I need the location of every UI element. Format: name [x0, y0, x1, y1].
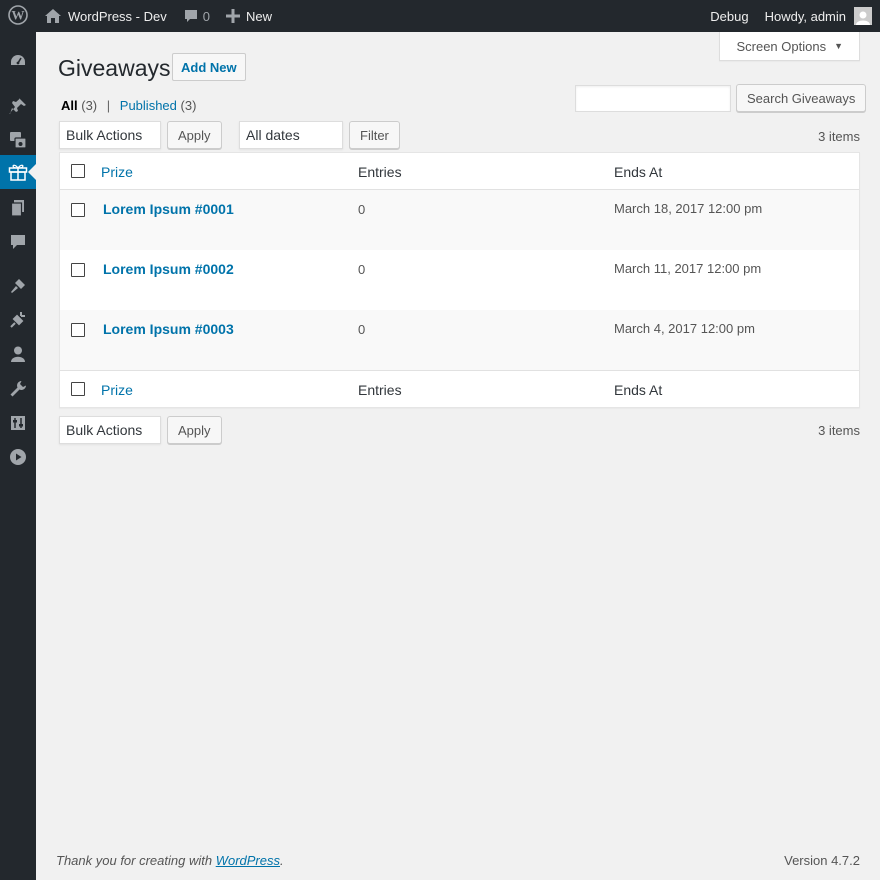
bulk-actions-select-top[interactable]: Bulk Actions	[59, 121, 161, 149]
footer-version: Version 4.7.2	[784, 853, 860, 868]
comments-icon	[11, 235, 25, 249]
main-content: Screen Options ▼ Giveaways Add New All (…	[36, 32, 880, 880]
avatar	[854, 7, 872, 25]
menu-item-tools[interactable]	[0, 372, 36, 406]
screen-options-label: Screen Options	[736, 38, 827, 54]
apply-button-bottom[interactable]: Apply	[167, 416, 222, 444]
comments-menu[interactable]: 0	[175, 0, 218, 32]
tools-icon	[10, 381, 26, 397]
menu-item-users[interactable]	[0, 337, 36, 371]
menu-item-dashboard[interactable]	[0, 44, 36, 78]
items-count-bottom: 3 items	[818, 423, 860, 438]
users-icon	[11, 346, 25, 362]
comment-bubble-icon	[183, 8, 199, 24]
debug-menu[interactable]: Debug	[702, 0, 756, 32]
account-menu[interactable]: Howdy, admin	[757, 0, 880, 32]
column-ends-at-header: Ends At	[614, 164, 663, 180]
wp-logo-menu[interactable]: W	[0, 0, 36, 32]
giveaways-table: Prize Entries Ends At Lorem Ipsum #0001 …	[59, 152, 860, 408]
prize-link[interactable]: Lorem Ipsum #0002	[103, 261, 234, 277]
ends-at-value: March 11, 2017 12:00 pm	[614, 261, 762, 276]
menu-item-plugins[interactable]	[0, 303, 36, 337]
pages-icon	[10, 200, 24, 217]
ends-at-value: March 4, 2017 12:00 pm	[614, 321, 755, 336]
view-all-count: (3)	[81, 98, 98, 113]
row-checkbox[interactable]	[71, 263, 85, 277]
debug-label: Debug	[710, 8, 749, 24]
prize-link[interactable]: Lorem Ipsum #0003	[103, 321, 234, 337]
column-prize-header[interactable]: Prize	[101, 164, 133, 180]
menu-item-giveaways[interactable]	[0, 155, 36, 189]
entries-value: 0	[358, 262, 366, 277]
search-input[interactable]	[575, 85, 731, 112]
table-header: Prize Entries Ends At	[60, 153, 859, 190]
wordpress-logo-icon: W	[8, 4, 28, 28]
footer-thanks: Thank you for creating with WordPress.	[56, 853, 284, 868]
entries-value: 0	[358, 202, 366, 217]
gift-icon	[8, 164, 28, 181]
ends-at-value: March 18, 2017 12:00 pm	[614, 201, 763, 216]
column-ends-at-footer: Ends At	[614, 382, 663, 398]
dashboard-icon	[11, 55, 25, 65]
svg-text:W: W	[12, 7, 25, 22]
media-icon	[10, 132, 27, 149]
dates-filter-select[interactable]: All dates	[239, 121, 343, 149]
view-published-count: (3)	[180, 98, 197, 113]
home-icon	[44, 8, 62, 24]
comments-count: 0	[202, 8, 210, 24]
footer-thanks-prefix: Thank you for creating with	[56, 853, 216, 868]
menu-item-media[interactable]	[0, 123, 36, 157]
entries-value: 0	[358, 322, 366, 337]
row-checkbox[interactable]	[71, 323, 85, 337]
new-content-menu[interactable]: New	[218, 0, 280, 32]
plus-icon	[225, 9, 240, 23]
pin-icon	[9, 98, 26, 114]
row-checkbox[interactable]	[71, 203, 85, 217]
plugins-icon	[10, 312, 25, 328]
column-entries-footer: Entries	[358, 382, 402, 398]
footer-thanks-suffix: .	[280, 853, 284, 868]
page-title: Giveaways	[58, 55, 171, 81]
menu-item-posts[interactable]	[0, 89, 36, 123]
footer-wordpress-link[interactable]: WordPress	[216, 853, 280, 868]
site-name: WordPress - Dev	[68, 8, 167, 24]
view-separator: |	[106, 98, 111, 113]
menu-item-appearance[interactable]	[0, 269, 36, 303]
table-row: Lorem Ipsum #0001 0 March 18, 2017 12:00…	[60, 190, 859, 250]
table-footer: Prize Entries Ends At	[60, 370, 859, 407]
apply-button-top[interactable]: Apply	[167, 121, 222, 149]
view-published-link[interactable]: Published	[120, 98, 177, 113]
table-row: Lorem Ipsum #0002 0 March 11, 2017 12:00…	[60, 250, 859, 310]
menu-item-settings[interactable]	[0, 406, 36, 440]
settings-icon	[11, 416, 25, 430]
items-count-top: 3 items	[818, 129, 860, 144]
menu-item-comments[interactable]	[0, 225, 36, 259]
screen-options-button[interactable]: Screen Options ▼	[719, 32, 860, 61]
column-entries-header: Entries	[358, 164, 402, 180]
caret-down-icon: ▼	[834, 41, 843, 51]
view-filters: All (3) | Published (3)	[61, 98, 196, 113]
menu-item-video[interactable]	[0, 440, 36, 474]
video-icon	[10, 449, 26, 465]
view-all-link[interactable]: All	[61, 98, 78, 113]
howdy-label: Howdy, admin	[764, 8, 846, 24]
select-all-checkbox-bottom[interactable]	[71, 382, 85, 396]
appearance-icon	[11, 279, 25, 293]
prize-link[interactable]: Lorem Ipsum #0001	[103, 201, 234, 217]
add-new-button[interactable]: Add New	[172, 53, 246, 81]
admin-menu	[0, 32, 36, 880]
filter-button[interactable]: Filter	[349, 121, 400, 149]
admin-bar: W WordPress - Dev 0 New Debug Howdy, adm…	[0, 0, 880, 32]
menu-item-pages[interactable]	[0, 191, 36, 225]
table-row: Lorem Ipsum #0003 0 March 4, 2017 12:00 …	[60, 310, 859, 370]
select-all-checkbox[interactable]	[71, 164, 85, 178]
search-giveaways-button[interactable]: Search Giveaways	[736, 84, 867, 112]
column-prize-footer[interactable]: Prize	[101, 382, 133, 398]
bulk-actions-select-bottom[interactable]: Bulk Actions	[59, 416, 161, 444]
new-label: New	[245, 8, 272, 24]
site-name-menu[interactable]: WordPress - Dev	[36, 0, 175, 32]
